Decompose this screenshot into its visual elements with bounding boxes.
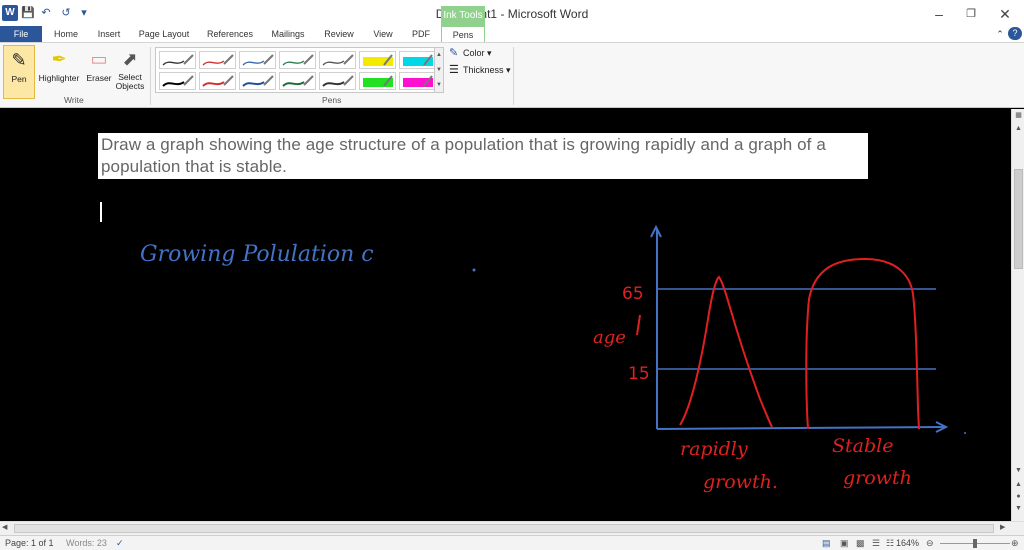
pens-gallery <box>155 47 436 93</box>
ink-tick <box>636 314 641 336</box>
horizontal-scrollbar[interactable]: ◀ ▶ <box>0 521 1024 535</box>
pen-swatch[interactable] <box>399 51 436 69</box>
vertical-scroll-thumb[interactable] <box>1014 169 1023 269</box>
full-screen-view-icon[interactable]: ▣ <box>840 536 849 550</box>
pen-color-icon: ✎ <box>449 47 459 59</box>
document-canvas[interactable]: Draw a graph showing the age structure o… <box>0 109 1011 521</box>
page-count[interactable]: Page: 1 of 1 <box>5 536 54 550</box>
print-layout-view-icon[interactable]: ▤ <box>822 536 831 550</box>
gallery-scroll[interactable]: ▲ ▼ ▼ <box>434 47 444 93</box>
scroll-left-icon[interactable]: ◀ <box>2 523 7 531</box>
eraser-icon: ▭ <box>90 49 108 69</box>
group-divider <box>513 47 514 105</box>
pen-swatch[interactable] <box>159 51 196 69</box>
status-bar: Page: 1 of 1 Words: 23 ✓ ▤ ▣ ▩ ☰ ☷ 164% … <box>0 535 1024 550</box>
eraser-button[interactable]: ▭ Eraser <box>84 45 114 99</box>
title-bar: W 💾 ↶ ↺ ▾ Document1 - Microsoft Word Ink… <box>0 0 1024 26</box>
highlighter-button[interactable]: ✒ Highlighter <box>36 45 82 99</box>
tick-label-15: 15 <box>628 364 650 384</box>
label-rapidly: rapidly <box>680 438 748 460</box>
scroll-right-icon[interactable]: ▶ <box>1000 523 1005 531</box>
zoom-in-icon[interactable]: ⊕ <box>1011 536 1019 550</box>
pen-swatch[interactable] <box>239 51 276 69</box>
tab-pens[interactable]: Pens <box>441 26 485 42</box>
tab-references[interactable]: References <box>202 26 258 42</box>
rapid-growth-curve <box>679 275 773 428</box>
label-stable: Stable <box>832 435 893 457</box>
ink-heading: Growing Polulation c <box>140 242 374 267</box>
tick-label-65: 65 <box>622 284 644 304</box>
help-icon[interactable]: ? <box>1008 27 1022 40</box>
ink-tools-context-label: Ink Tools <box>441 6 485 26</box>
ink-dot <box>964 432 966 434</box>
proofing-icon[interactable]: ✓ <box>116 536 124 550</box>
ribbon: ✎ Pen ✒ Highlighter ▭ Eraser ⬈ Select Ob… <box>0 42 1024 108</box>
tab-view[interactable]: View <box>366 26 400 42</box>
label-growth-rapid: growth. <box>703 471 778 493</box>
ink-dot <box>472 268 476 272</box>
cursor-arrow-icon: ⬈ <box>122 49 138 69</box>
pens-group-label: Pens <box>322 95 342 105</box>
minimize-icon[interactable]: – <box>924 4 954 24</box>
tab-review[interactable]: Review <box>318 26 360 42</box>
next-page-icon[interactable]: ▼ <box>1013 505 1024 516</box>
ink-drawing: Growing Polulation c 65 15 age rapidly g… <box>140 224 966 493</box>
draft-view-icon[interactable]: ☷ <box>886 536 894 550</box>
zoom-slider-thumb[interactable] <box>973 539 977 548</box>
outline-view-icon[interactable]: ☰ <box>872 536 880 550</box>
restore-icon[interactable]: ❐ <box>956 4 986 24</box>
tab-file[interactable]: File <box>0 26 42 42</box>
tab-page-layout[interactable]: Page Layout <box>134 26 194 42</box>
window-title: Document1 - Microsoft Word <box>436 7 589 21</box>
pen-swatch[interactable] <box>279 51 316 69</box>
line-thickness-icon: ☰ <box>449 64 459 76</box>
horizontal-scroll-thumb[interactable] <box>14 524 994 533</box>
pen-swatch[interactable] <box>199 72 236 90</box>
thickness-dropdown[interactable]: ☰ Thickness ▾ <box>449 63 511 77</box>
word-count[interactable]: Words: 23 <box>66 536 107 550</box>
pen-swatch[interactable] <box>279 72 316 90</box>
pen-swatch[interactable] <box>319 51 356 69</box>
ruler-toggle-icon[interactable]: ▦ <box>1013 111 1024 122</box>
pen-swatch[interactable] <box>159 72 196 90</box>
pen-swatch[interactable] <box>399 72 436 90</box>
ribbon-collapse-icon[interactable]: ⌃ <box>994 26 1006 42</box>
tab-insert[interactable]: Insert <box>90 26 128 42</box>
pen-swatch[interactable] <box>319 72 356 90</box>
gallery-more-icon[interactable]: ▼ <box>435 78 443 92</box>
gallery-down-icon[interactable]: ▼ <box>435 63 443 78</box>
web-layout-view-icon[interactable]: ▩ <box>856 536 865 550</box>
y-axis-label: age <box>593 327 626 348</box>
tab-mailings[interactable]: Mailings <box>264 26 312 42</box>
tab-pdf[interactable]: PDF <box>406 26 436 42</box>
scroll-up-icon[interactable]: ▲ <box>1013 125 1024 136</box>
pen-swatch[interactable] <box>199 51 236 69</box>
pen-swatch[interactable] <box>359 72 396 90</box>
previous-page-icon[interactable]: ▲ <box>1013 481 1024 492</box>
gallery-up-icon[interactable]: ▲ <box>435 48 443 63</box>
label-growth-stable: growth <box>843 467 912 489</box>
pen-swatch[interactable] <box>359 51 396 69</box>
pen-button[interactable]: ✎ Pen <box>3 45 35 99</box>
zoom-level[interactable]: 164% <box>896 536 919 550</box>
stable-growth-curve <box>805 257 920 430</box>
write-group-label: Write <box>64 95 84 105</box>
pen-icon: ✎ <box>11 50 27 70</box>
group-divider <box>150 47 151 105</box>
ribbon-tabs: File Home Insert Page Layout References … <box>0 26 1024 42</box>
zoom-out-icon[interactable]: ⊖ <box>926 536 934 550</box>
x-axis <box>656 426 945 430</box>
browse-object-icon[interactable]: ● <box>1013 493 1024 504</box>
tab-home[interactable]: Home <box>48 26 84 42</box>
scroll-down-icon[interactable]: ▼ <box>1013 467 1024 478</box>
color-dropdown[interactable]: ✎ Color ▾ <box>449 46 492 60</box>
select-objects-button[interactable]: ⬈ Select Objects <box>114 45 146 99</box>
highlighter-icon: ✒ <box>51 49 67 69</box>
close-icon[interactable]: ✕ <box>990 4 1020 24</box>
pen-swatch[interactable] <box>239 72 276 90</box>
vertical-scrollbar[interactable]: ▦ ▲ ▼ ▲ ● ▼ <box>1011 109 1024 521</box>
